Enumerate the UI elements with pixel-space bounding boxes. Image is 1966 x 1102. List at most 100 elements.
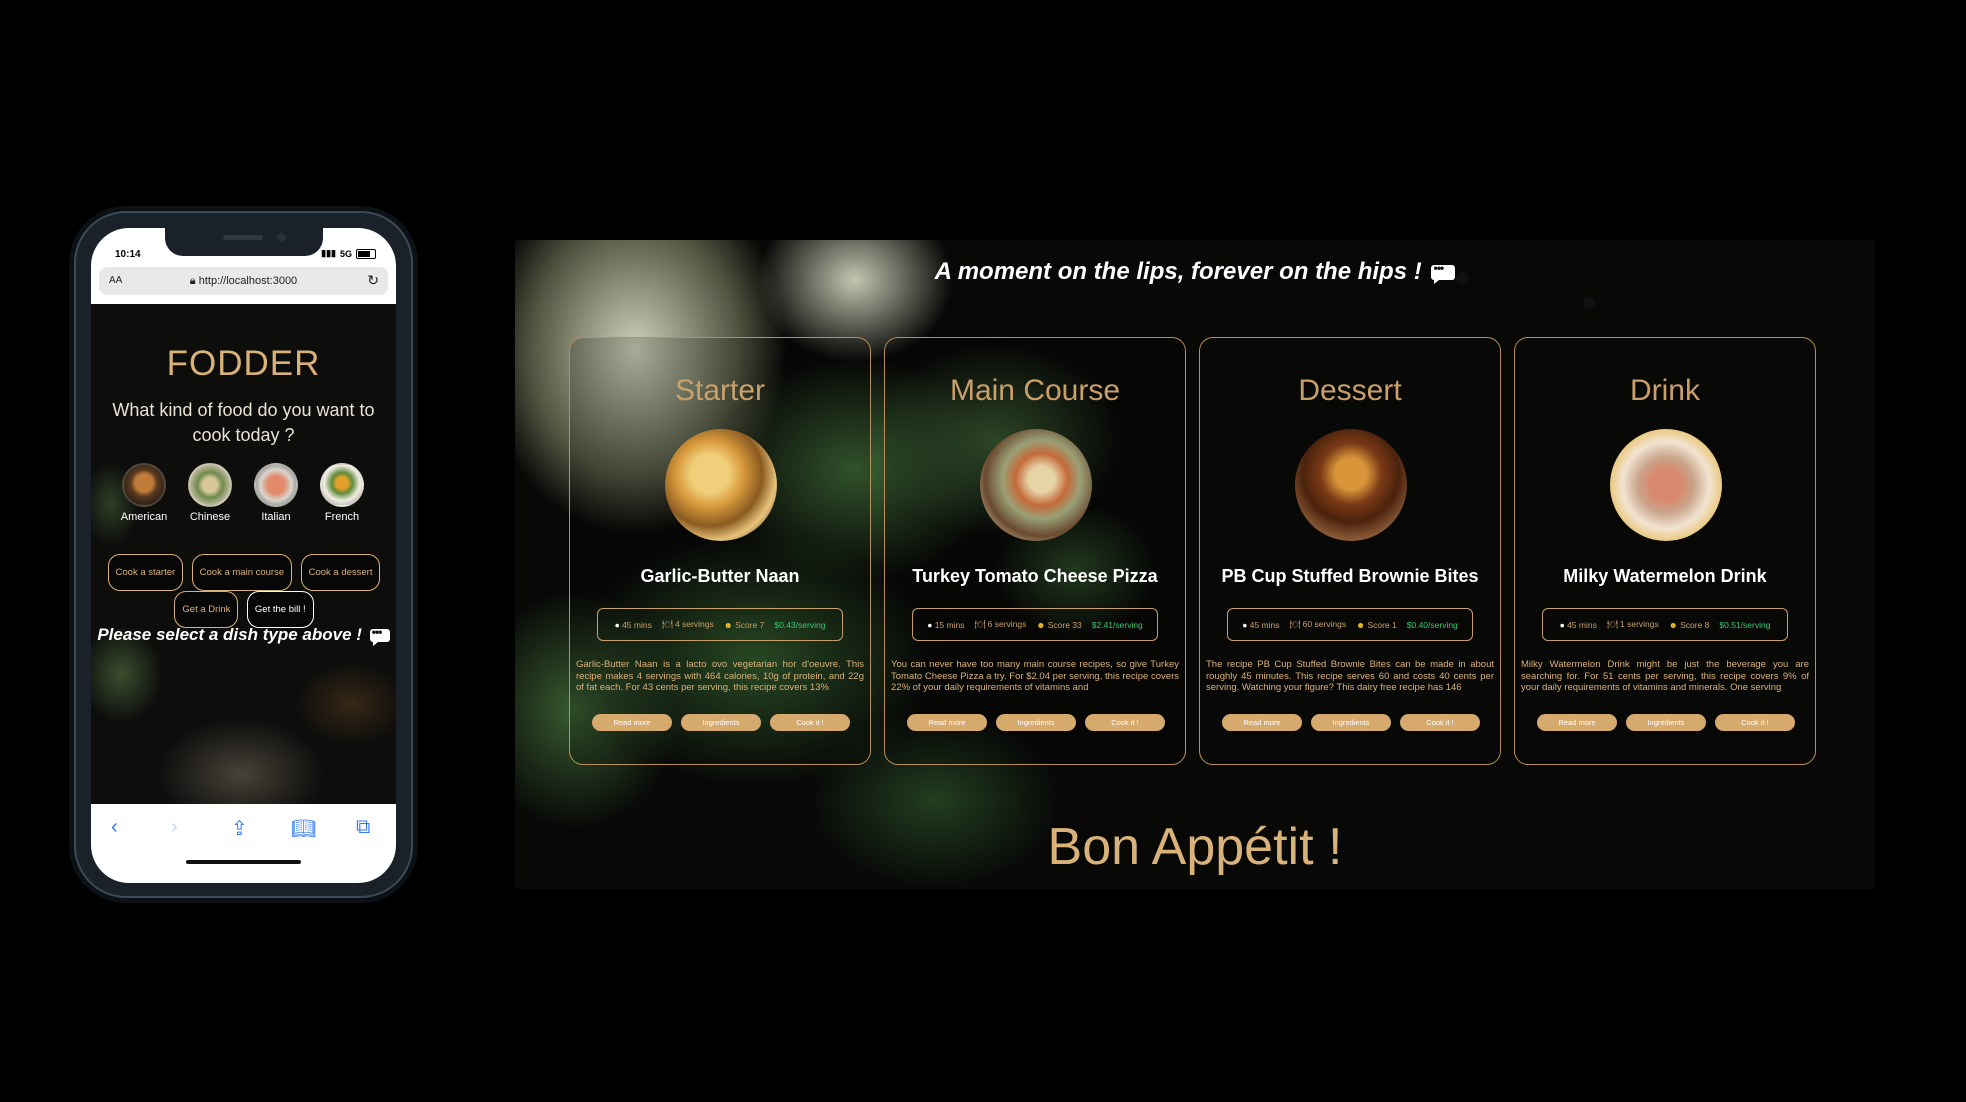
dish-type-buttons: Cook a starter Cook a main course Cook a… xyxy=(99,554,389,628)
card-description: The recipe PB Cup Stuffed Brownie Bites … xyxy=(1206,659,1494,692)
cook-it-button[interactable]: Cook it ! xyxy=(1400,714,1480,731)
card-info: ● 45 mins 🍽︎ 60 servings ☻ Score 1 $0.40… xyxy=(1227,608,1473,641)
price-value: $2.41/serving xyxy=(1091,619,1143,630)
cook-it-button[interactable]: Cook it ! xyxy=(1085,714,1165,731)
app-question: What kind of food do you want to cook to… xyxy=(112,400,375,445)
recipe-card-starter: Starter Garlic-Butter Naan ● 45 mins 🍽︎ … xyxy=(569,337,871,765)
home-indicator xyxy=(186,860,301,864)
watermelon-drink-image[interactable] xyxy=(1610,429,1722,541)
cuisine-label: American xyxy=(120,511,168,523)
read-more-button[interactable]: Read more xyxy=(1537,714,1617,731)
browser-toolbar: ‹ › ⇪ 📖︎ ⧉ xyxy=(91,804,396,883)
clock-icon: ● xyxy=(927,619,933,630)
naan-image[interactable] xyxy=(665,429,777,541)
card-info: ● 45 mins 🍽︎ 1 servings ☻ Score 8 $0.51/… xyxy=(1542,608,1788,641)
camera-icon xyxy=(277,233,286,242)
tabs-icon[interactable]: ⧉ xyxy=(356,816,370,839)
cook-main-course-button[interactable]: Cook a main course xyxy=(191,554,293,591)
cuisine-label: Italian xyxy=(261,511,291,523)
cutlery-icon: 🍽︎ xyxy=(1606,619,1618,629)
cuisine-chinese[interactable]: Chinese xyxy=(179,463,241,523)
recipe-card-drink: Drink Milky Watermelon Drink ● 45 mins 🍽… xyxy=(1514,337,1816,765)
card-title: PB Cup Stuffed Brownie Bites xyxy=(1221,566,1479,586)
get-bill-button[interactable]: Get the bill ! xyxy=(246,591,314,628)
card-actions: Read more Ingredients Cook it ! xyxy=(1222,714,1480,731)
forward-icon[interactable]: › xyxy=(171,816,178,839)
cutlery-icon: 🍽︎ xyxy=(1289,619,1301,629)
read-more-button[interactable]: Read more xyxy=(1222,714,1302,731)
card-category: Drink xyxy=(1629,374,1700,407)
address-bar[interactable]: AA 🔒︎ http://localhost:3000 ↻ xyxy=(99,267,388,295)
smiley-icon: ☻ xyxy=(1356,619,1366,630)
cuisine-american[interactable]: American xyxy=(113,463,175,523)
score-value: Score 7 xyxy=(735,619,765,630)
footer-greeting: Bon Appétit ! xyxy=(1047,818,1343,876)
bookmarks-icon[interactable]: 📖︎ xyxy=(291,816,316,841)
clock-icon: ● xyxy=(1559,619,1565,630)
card-category: Starter xyxy=(674,374,766,407)
price-value: $0.40/serving xyxy=(1406,619,1458,630)
tagline: A moment on the lips, forever on the hip… xyxy=(515,258,1875,286)
cutlery-icon: 🍽︎ xyxy=(974,619,986,629)
smiley-icon: ☻ xyxy=(1668,619,1678,630)
status-time: 10:14 xyxy=(115,249,141,260)
cuisine-french[interactable]: French xyxy=(311,463,373,523)
ingredients-button[interactable]: Ingredients xyxy=(996,714,1076,731)
cook-it-button[interactable]: Cook it ! xyxy=(1715,714,1795,731)
ingredients-button[interactable]: Ingredients xyxy=(1626,714,1706,731)
servings-value: 4 servings xyxy=(675,619,714,629)
cuisine-italian[interactable]: Italian xyxy=(245,463,307,523)
time-value: 45 mins xyxy=(1249,619,1280,630)
share-icon[interactable]: ⇪ xyxy=(231,816,248,841)
network-label: 5G xyxy=(339,248,352,259)
time-value: 45 mins xyxy=(1567,619,1597,630)
servings-value: 6 servings xyxy=(987,619,1027,629)
servings-value: 1 servings xyxy=(1620,619,1659,629)
ingredients-button[interactable]: Ingredients xyxy=(1311,714,1391,731)
get-drink-button[interactable]: Get a Drink xyxy=(174,591,239,628)
back-icon[interactable]: ‹ xyxy=(111,816,118,839)
dark-dot xyxy=(1456,272,1468,284)
reload-icon[interactable]: ↻ xyxy=(367,272,379,289)
cuisine-list: American Chinese Italian French xyxy=(113,463,373,523)
card-description: Milky Watermelon Drink might be just the… xyxy=(1521,659,1809,692)
battery-icon xyxy=(356,248,376,259)
cuisine-label: Chinese xyxy=(189,511,231,523)
card-title: Garlic-Butter Naan xyxy=(640,566,800,586)
card-info: ● 15 mins 🍽︎ 6 servings ☻ Score 33 $2.41… xyxy=(912,608,1158,641)
cook-it-button[interactable]: Cook it ! xyxy=(770,714,850,731)
french-dish-thumbnail xyxy=(320,463,364,507)
price-value: $0.43/serving xyxy=(774,619,826,630)
time-value: 15 mins xyxy=(934,619,965,630)
phone-mockup: 10:14 ▮▮▮ 5G AA 🔒︎ http://localhost:3000… xyxy=(74,211,413,898)
card-info: ● 45 mins 🍽︎ 4 servings ☻ Score 7 $0.43/… xyxy=(597,608,843,641)
pasta-thumbnail xyxy=(254,463,298,507)
phone-notch xyxy=(165,228,323,256)
cook-starter-button[interactable]: Cook a starter xyxy=(107,554,184,591)
card-title: Turkey Tomato Cheese Pizza xyxy=(912,566,1158,586)
card-category: Dessert xyxy=(1298,374,1402,407)
servings-value: 60 servings xyxy=(1302,619,1347,629)
tagline-text: A moment on the lips, forever on the hip… xyxy=(934,258,1422,285)
cuisine-label: French xyxy=(324,511,360,523)
card-description: You can never have too many main course … xyxy=(891,659,1179,692)
card-category: Main Course xyxy=(949,374,1121,407)
card-actions: Read more Ingredients Cook it ! xyxy=(1537,714,1795,731)
signal-icon: ▮▮▮ xyxy=(321,248,336,258)
clock-icon: ● xyxy=(1242,619,1248,630)
ingredients-button[interactable]: Ingredients xyxy=(681,714,761,731)
card-description: Garlic-Butter Naan is a lacto ovo vegeta… xyxy=(576,659,864,692)
cook-dessert-button[interactable]: Cook a dessert xyxy=(300,554,381,591)
select-dish-text: Please select a dish type above ! xyxy=(97,625,362,644)
url-value: http://localhost:3000 xyxy=(198,275,298,287)
speech-bubble-icon xyxy=(369,625,390,647)
read-more-button[interactable]: Read more xyxy=(907,714,987,731)
speech-bubble-icon xyxy=(1431,261,1456,285)
read-more-button[interactable]: Read more xyxy=(592,714,672,731)
pizza-image[interactable] xyxy=(980,429,1092,541)
brownie-image[interactable] xyxy=(1295,429,1407,541)
phone-screen: 10:14 ▮▮▮ 5G AA 🔒︎ http://localhost:3000… xyxy=(91,228,396,883)
cutlery-icon: 🍽︎ xyxy=(661,619,673,629)
url-text[interactable]: 🔒︎ http://localhost:3000 xyxy=(99,275,388,288)
card-actions: Read more Ingredients Cook it ! xyxy=(907,714,1165,731)
